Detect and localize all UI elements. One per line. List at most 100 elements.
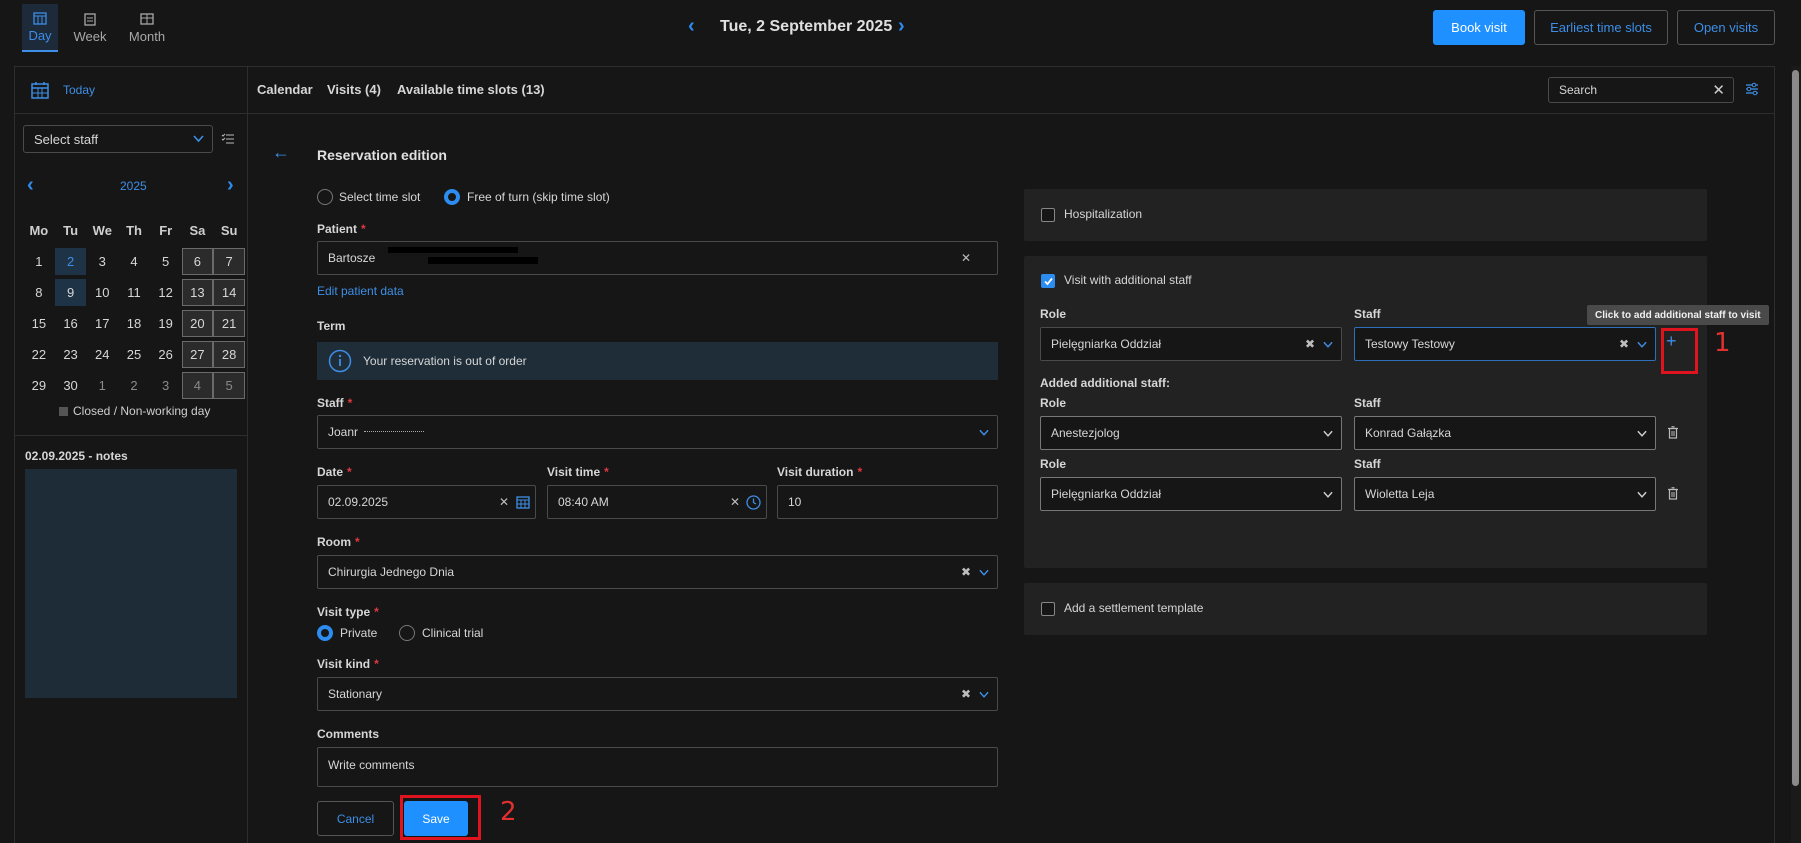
- mode-select-slot-radio[interactable]: [317, 189, 333, 205]
- calendar-day[interactable]: 5: [150, 248, 182, 275]
- calendar-day[interactable]: 21: [213, 310, 245, 337]
- tab-visits[interactable]: Visits (4): [327, 82, 381, 97]
- calendar-day[interactable]: 13: [181, 279, 214, 306]
- added-staff-select[interactable]: Wioletta Leja: [1354, 477, 1656, 511]
- tab-calendar[interactable]: Calendar: [257, 82, 313, 97]
- calendar-icon: [31, 82, 49, 99]
- calendar-day[interactable]: 15: [23, 310, 55, 337]
- calendar-day[interactable]: 17: [86, 310, 118, 337]
- added-staff-value: Wioletta Leja: [1365, 487, 1435, 501]
- additional-staff-checkbox[interactable]: [1041, 274, 1055, 288]
- select-staff-dropdown[interactable]: Select staff: [23, 125, 213, 153]
- calendar-day[interactable]: 30: [55, 372, 87, 399]
- added-staff-select[interactable]: Konrad Gałązka: [1354, 416, 1656, 450]
- mode-free-of-turn-label: Free of turn (skip time slot): [467, 190, 610, 204]
- calendar-day[interactable]: 4: [118, 248, 150, 275]
- calendar-day[interactable]: 28: [213, 341, 245, 368]
- calendar-day[interactable]: 7: [213, 248, 245, 275]
- hospitalization-checkbox[interactable]: [1041, 208, 1055, 222]
- notes-area[interactable]: [25, 469, 237, 698]
- calendar-day[interactable]: 24: [86, 341, 118, 368]
- next-day-chevron-icon[interactable]: ›: [898, 16, 905, 36]
- date-value: 02.09.2025: [328, 495, 389, 509]
- visit-time-field[interactable]: 08:40 AM ✕: [547, 485, 767, 519]
- staff-field[interactable]: Joanr: [317, 415, 998, 449]
- calendar-day[interactable]: 5: [213, 372, 245, 399]
- visit-type-private-radio[interactable]: [317, 625, 333, 641]
- calendar-day[interactable]: 4: [181, 372, 214, 399]
- settings-sliders-icon[interactable]: [1745, 82, 1759, 96]
- view-day-button[interactable]: Day: [22, 4, 58, 52]
- visit-time-value: 08:40 AM: [558, 495, 609, 509]
- prev-year-chevron-icon[interactable]: ‹: [27, 175, 34, 195]
- earliest-slots-button[interactable]: Earliest time slots: [1534, 10, 1668, 45]
- view-month-button[interactable]: Month: [124, 4, 170, 52]
- trash-icon[interactable]: [1667, 426, 1679, 439]
- settlement-checkbox[interactable]: [1041, 602, 1055, 616]
- calendar-day[interactable]: 1: [23, 248, 55, 275]
- chevron-down-icon: [1323, 491, 1333, 498]
- view-week-button[interactable]: Week: [70, 4, 110, 52]
- scrollbar-thumb[interactable]: [1792, 70, 1799, 786]
- calendar-day[interactable]: 27: [181, 341, 214, 368]
- calendar-day[interactable]: 20: [181, 310, 214, 337]
- staff-select[interactable]: Testowy Testowy ✖: [1354, 327, 1656, 361]
- next-year-chevron-icon[interactable]: ›: [227, 175, 234, 195]
- role-select[interactable]: Pielęgniarka Oddział ✖: [1040, 327, 1342, 361]
- visit-duration-field[interactable]: 10: [777, 485, 998, 519]
- clear-date-icon[interactable]: ✕: [499, 495, 509, 509]
- visit-kind-field[interactable]: Stationary ✖: [317, 677, 998, 711]
- clock-icon[interactable]: [746, 495, 761, 510]
- prev-day-chevron-icon[interactable]: ‹: [688, 16, 695, 36]
- cancel-button[interactable]: Cancel: [317, 801, 394, 836]
- clear-patient-icon[interactable]: ✕: [961, 251, 971, 265]
- calendar-day[interactable]: 1: [86, 372, 118, 399]
- patient-field[interactable]: Bartosze ✕: [317, 241, 998, 275]
- calendar-day[interactable]: 29: [23, 372, 55, 399]
- calendar-day[interactable]: 11: [118, 279, 150, 306]
- visit-type-trial-radio[interactable]: [399, 625, 415, 641]
- tab-available-slots[interactable]: Available time slots (13): [397, 82, 545, 97]
- calendar-day[interactable]: 2: [118, 372, 150, 399]
- book-visit-button[interactable]: Book visit: [1433, 10, 1525, 45]
- calendar-day[interactable]: 25: [118, 341, 150, 368]
- filter-list-icon[interactable]: [221, 132, 235, 146]
- calendar-day[interactable]: 18: [118, 310, 150, 337]
- calendar-day[interactable]: 6: [181, 248, 214, 275]
- mode-free-of-turn-radio[interactable]: [444, 189, 460, 205]
- today-link[interactable]: Today: [63, 83, 95, 97]
- edit-patient-link[interactable]: Edit patient data: [317, 284, 404, 298]
- calendar-day[interactable]: 3: [86, 248, 118, 275]
- search-input[interactable]: Search ✕: [1548, 77, 1734, 103]
- clear-kind-icon[interactable]: ✖: [961, 687, 971, 701]
- tabs-bar: Calendar Visits (4) Available time slots…: [248, 66, 1775, 114]
- calendar-day[interactable]: 9: [54, 279, 87, 306]
- clear-time-icon[interactable]: ✕: [730, 495, 740, 509]
- calendar-day[interactable]: 8: [23, 279, 55, 306]
- trash-icon[interactable]: [1667, 487, 1679, 500]
- calendar-day[interactable]: 16: [55, 310, 87, 337]
- back-arrow-icon[interactable]: ←: [272, 142, 290, 163]
- calendar-day[interactable]: 2: [54, 248, 87, 275]
- room-field[interactable]: Chirurgia Jednego Dnia ✖: [317, 555, 998, 589]
- calendar-day[interactable]: 14: [213, 279, 245, 306]
- calendar-day[interactable]: 23: [55, 341, 87, 368]
- clear-staff-icon[interactable]: ✖: [1619, 337, 1629, 351]
- comments-textarea[interactable]: Write comments: [317, 747, 998, 787]
- clear-room-icon[interactable]: ✖: [961, 565, 971, 579]
- chevron-down-icon: [1637, 491, 1647, 498]
- calendar-day[interactable]: 10: [86, 279, 118, 306]
- date-field[interactable]: 02.09.2025 ✕: [317, 485, 536, 519]
- calendar-day[interactable]: 19: [150, 310, 182, 337]
- calendar-day[interactable]: 22: [23, 341, 55, 368]
- calendar-picker-icon[interactable]: [516, 495, 530, 509]
- added-role-select[interactable]: Pielęgniarka Oddział: [1040, 477, 1342, 511]
- calendar-day[interactable]: 12: [150, 279, 182, 306]
- room-value: Chirurgia Jednego Dnia: [328, 565, 455, 579]
- added-role-select[interactable]: Anestezjolog: [1040, 416, 1342, 450]
- calendar-day[interactable]: 3: [150, 372, 182, 399]
- clear-search-icon[interactable]: ✕: [1712, 81, 1725, 99]
- clear-role-icon[interactable]: ✖: [1305, 337, 1315, 351]
- open-visits-button[interactable]: Open visits: [1677, 10, 1775, 45]
- calendar-day[interactable]: 26: [150, 341, 182, 368]
